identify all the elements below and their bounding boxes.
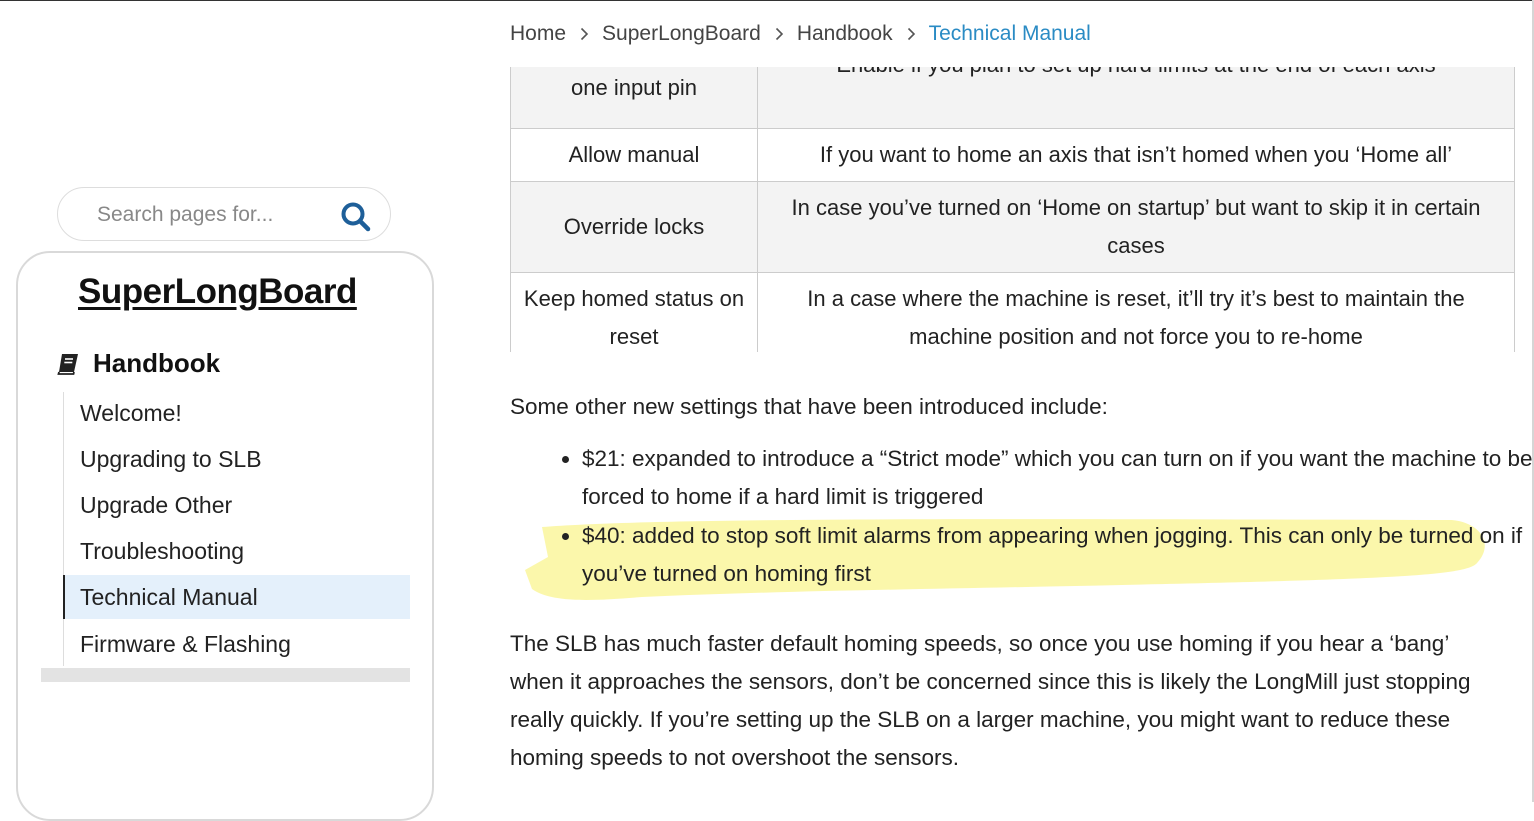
breadcrumb-superlongboard-link[interactable]: SuperLongBoard (602, 22, 761, 46)
chevron-right-icon (775, 27, 784, 41)
chevron-right-icon (907, 27, 916, 41)
search-icon[interactable] (340, 201, 372, 233)
settings-table-container: one input pin Enable if you plan to set … (510, 67, 1515, 352)
sidebar-scrollbar[interactable] (41, 668, 410, 682)
settings-table: one input pin Enable if you plan to set … (510, 67, 1515, 352)
sidebar-item-upgrade-other[interactable]: Upgrade Other (63, 483, 410, 527)
chevron-right-icon (580, 27, 589, 41)
settings-list: $21: expanded to introduce a “Strict mod… (510, 440, 1534, 594)
table-row: Allow manual If you want to home an axis… (510, 128, 1515, 182)
settings-intro-text: Some other new settings that have been i… (510, 394, 1108, 419)
table-cell-description: If you want to home an axis that isn’t h… (757, 128, 1515, 182)
search-input[interactable] (95, 199, 329, 231)
breadcrumb-current-page[interactable]: Technical Manual (929, 22, 1091, 46)
table-cell-description: Enable if you plan to set up hard limits… (757, 67, 1515, 129)
table-row: Override locks In case you’ve turned on … (510, 181, 1515, 273)
breadcrumb: Home SuperLongBoard Handbook Technical M… (510, 18, 1091, 50)
list-item: $21: expanded to introduce a “Strict mod… (582, 440, 1534, 516)
list-item-highlighted: $40: added to stop soft limit alarms fro… (582, 517, 1534, 593)
table-cell-description: In a case where the machine is reset, it… (757, 272, 1515, 352)
table-cell-setting: Override locks (510, 181, 758, 273)
sidebar-item-welcome[interactable]: Welcome! (63, 391, 410, 435)
book-icon (56, 352, 80, 376)
breadcrumb-home-link[interactable]: Home (510, 22, 566, 46)
breadcrumb-handbook-link[interactable]: Handbook (797, 22, 893, 46)
sidebar-item-upgrading-to-slb[interactable]: Upgrading to SLB (63, 437, 410, 481)
table-cell-setting: one input pin (510, 67, 758, 129)
sidebar-section-label: Handbook (93, 348, 221, 378)
table-cell-setting: Allow manual (510, 128, 758, 182)
window-top-border (0, 0, 1534, 1)
table-cell-description: In case you’ve turned on ‘Home on startu… (757, 181, 1515, 273)
sidebar-section-handbook[interactable]: Handbook (56, 348, 220, 379)
homing-speed-paragraph: The SLB has much faster default homing s… (510, 631, 1471, 770)
search-box (57, 187, 391, 241)
table-row: Keep homed status on reset In a case whe… (510, 272, 1515, 352)
sidebar-item-firmware-flashing[interactable]: Firmware & Flashing (63, 622, 410, 666)
sidebar-item-troubleshooting[interactable]: Troubleshooting (63, 529, 410, 573)
sidebar-item-technical-manual[interactable]: Technical Manual (63, 575, 410, 619)
sidebar-title-link[interactable]: SuperLongBoard (78, 272, 357, 312)
sticky-header-mask (510, 50, 1530, 67)
table-row: one input pin Enable if you plan to set … (510, 67, 1515, 129)
table-cell-setting: Keep homed status on reset (510, 272, 758, 352)
